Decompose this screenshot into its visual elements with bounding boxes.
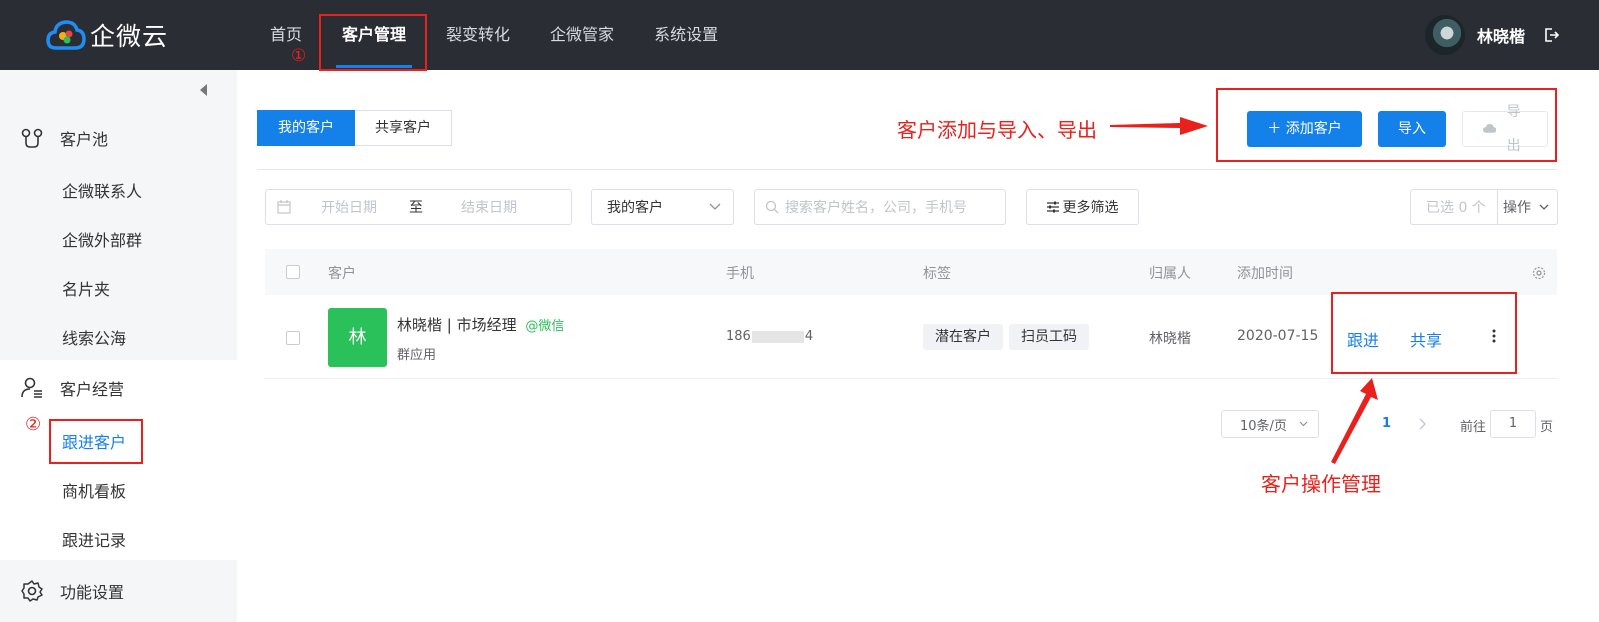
nav-home[interactable]: 首页 [250,0,322,70]
import-button[interactable]: 导入 [1378,111,1446,147]
annotation-arrow-right [1110,117,1208,135]
logo[interactable]: 企微云 [46,17,168,53]
customer-pool-icon [21,128,43,148]
customer-phone: 186 4 [726,329,813,344]
sidebar-group-feature-settings[interactable]: 功能设置 [20,579,124,603]
search-placeholder: 搜索客户姓名，公司，手机号 [785,200,967,216]
annotation-box-nav [319,14,427,71]
add-customer-button[interactable]: ＋ 添加客户 [1247,111,1362,147]
ops-divider [1497,190,1498,224]
more-filters-button[interactable]: 更多筛选 [1026,189,1139,225]
selection-ops: 已选 0 个 操作 [1410,189,1558,225]
page-number-current[interactable]: 1 [1382,416,1391,431]
goto-suffix: 页 [1540,420,1554,435]
tab-my-customers[interactable]: 我的客户 [257,110,355,146]
annotation-arrow-up [1331,378,1378,464]
select-all-checkbox[interactable] [286,265,300,279]
date-range-separator: 至 [409,200,423,216]
annotation-box-row-actions [1331,292,1517,374]
end-date-input[interactable]: 结束日期 [461,197,517,217]
customer-tabs: 我的客户 共享客户 [257,110,452,146]
nav-system-settings[interactable]: 系统设置 [634,0,738,70]
column-owner: 归属人 [1149,266,1191,282]
sidebar-group-label: 客户经营 [60,380,125,399]
sidebar-item-lead-pool[interactable]: 线索公海 [62,325,126,349]
table-header: 客户 手机 标签 归属人 添加时间 [265,249,1557,295]
sidebar-group-label: 功能设置 [60,583,125,602]
sidebar: 客户池 企微联系人 企微外部群 名片夹 线索公海 客户经营 跟进客户 商机看板 … [0,70,237,622]
column-customer: 客户 [328,266,356,282]
customer-name[interactable]: 林晓楷 | 市场经理 [397,316,517,334]
customer-source: @微信 [525,319,565,334]
chevron-right-icon[interactable] [1419,418,1427,430]
sidebar-item-card-holder[interactable]: 名片夹 [62,276,110,300]
user-avatar [1424,15,1465,55]
sidebar-item-external-groups[interactable]: 企微外部群 [62,227,142,251]
search-icon [765,200,779,214]
date-range-picker[interactable]: 开始日期 至 结束日期 [265,189,572,225]
customer-avatar: 林 [328,308,387,367]
annotation-box-sidebar [49,419,143,464]
annotation-note-add-import-export: 客户添加与导入、导出 [897,118,1097,142]
tag-potential-customer: 潜在客户 [923,324,1003,350]
top-bar: 企微云 首页 客户管理 裂变转化 企微管家 系统设置 林晓楷 [0,0,1599,70]
app-name: 企微云 [90,22,169,51]
user-name: 林晓楷 [1476,27,1525,46]
sliders-icon [1046,201,1059,213]
goto-page-input[interactable]: 1 [1490,410,1536,438]
page-size-value: 10条/页 [1240,418,1287,434]
nav-fission[interactable]: 裂变转化 [426,0,530,70]
gear-icon [21,580,43,602]
export-label: 导出 [1506,104,1521,154]
cloud-download-icon [1483,124,1497,133]
sidebar-group-label: 客户池 [60,130,109,149]
toolbar-divider [257,169,1557,170]
row-checkbox[interactable] [286,331,300,345]
customer-scope-select[interactable]: 我的客户 [591,189,734,225]
sidebar-item-wecom-contacts[interactable]: 企微联系人 [62,178,142,202]
ops-dropdown[interactable]: 操作 [1503,197,1531,217]
goto-prefix: 前往 [1460,420,1487,435]
more-filters-label: 更多筛选 [1062,200,1119,216]
calendar-icon [277,200,291,214]
annotation-note-row-actions: 客户操作管理 [1261,472,1381,496]
customer-owner: 林晓楷 [1149,331,1191,347]
page-size-select[interactable]: 10条/页 [1221,410,1319,438]
start-date-input[interactable]: 开始日期 [321,197,377,217]
annotation-marker-1: ① [291,46,307,66]
annotation-marker-2: ② [25,414,42,435]
tab-shared-customers[interactable]: 共享客户 [355,110,452,146]
customer-operation-icon [21,377,42,398]
column-tags: 标签 [923,266,951,282]
nav-wecom-assistant[interactable]: 企微管家 [530,0,634,70]
chevron-down-icon [1299,421,1308,427]
export-button[interactable]: 导出 [1462,104,1548,154]
search-input[interactable]: 搜索客户姓名，公司，手机号 [754,189,1006,225]
customer-added-time: 2020-07-15 [1237,328,1319,344]
chevron-down-icon [1539,204,1549,210]
user-menu[interactable]: 林晓楷 [1424,15,1559,55]
customer-scope-value: 我的客户 [607,200,663,216]
column-added-time: 添加时间 [1237,266,1293,282]
column-phone: 手机 [726,266,754,282]
sidebar-item-opportunity-board[interactable]: 商机看板 [62,478,126,502]
column-settings-icon[interactable] [1532,266,1546,280]
phone-masked [751,330,804,343]
cloud-logo-icon [46,20,86,50]
tag-scan-staff-code: 扫员工码 [1009,324,1089,350]
selected-count: 已选 0 个 [1426,200,1486,216]
phone-suffix: 4 [804,329,814,344]
logout-icon[interactable] [1543,27,1559,43]
sidebar-item-follow-records[interactable]: 跟进记录 [62,527,126,551]
chevron-down-icon [709,203,721,210]
sidebar-group-customer-operation[interactable]: 客户经营 [20,376,124,400]
customer-subtitle: 群应用 [397,348,437,363]
phone-prefix: 186 [726,329,751,344]
customer-name-line: 林晓楷 | 市场经理 @微信 [397,314,564,335]
sidebar-group-customer-pool[interactable]: 客户池 [20,126,108,150]
collapse-sidebar-icon[interactable] [200,84,207,96]
